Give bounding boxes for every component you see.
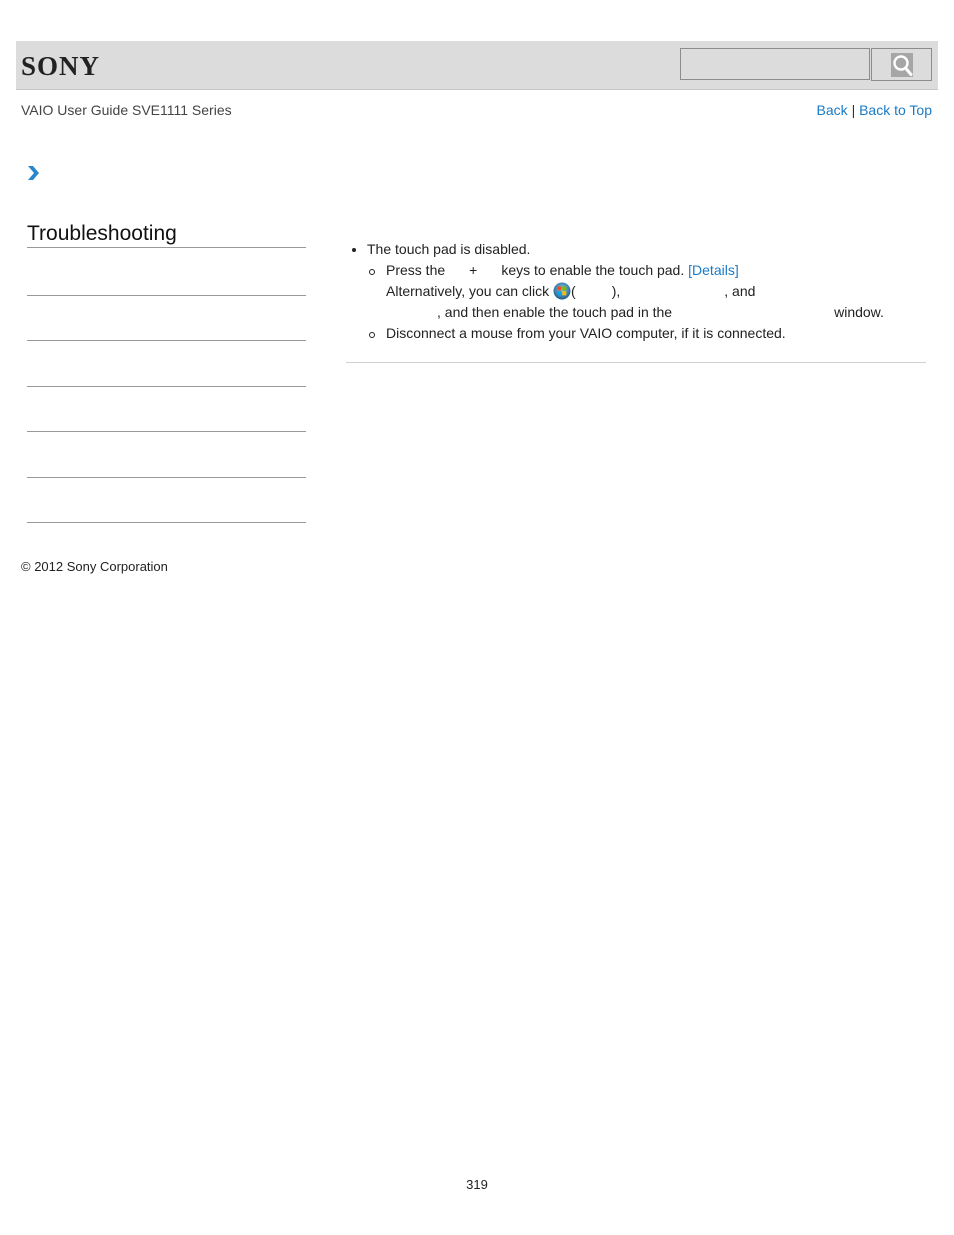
step-text: Disconnect a mouse from your VAIO comput…: [386, 325, 786, 341]
bullet-text: The touch pad is disabled.: [367, 241, 531, 257]
main-content: The touch pad is disabled. Press the + key…: [346, 238, 926, 344]
step-text: , and then enable the touch pad in the: [437, 304, 673, 320]
windows-start-icon: [553, 282, 571, 300]
copyright: © 2012 Sony Corporation: [21, 559, 168, 574]
back-link[interactable]: Back: [817, 102, 848, 118]
plus-sign: +: [469, 262, 478, 278]
paren-close: ),: [611, 283, 621, 299]
sidebar-item[interactable]: [27, 340, 306, 341]
top-nav-links: Back | Back to Top: [817, 102, 932, 118]
sidebar-item[interactable]: [27, 295, 306, 296]
sidebar-item[interactable]: [27, 522, 306, 523]
bullet-circle: [369, 332, 375, 338]
step-text: keys to enable the touch pad.: [501, 262, 685, 278]
search-icon: [890, 52, 913, 77]
back-to-top-link[interactable]: Back to Top: [859, 102, 932, 118]
step-text: , and: [724, 283, 756, 299]
search-input[interactable]: [680, 48, 870, 80]
paren-open: (: [571, 283, 576, 299]
list-item: Disconnect a mouse from your VAIO comput…: [346, 323, 926, 344]
page-number: 319: [466, 1177, 488, 1192]
nav-separator: |: [851, 102, 856, 118]
list-item: Press the + keys to enable the touch pad. …: [346, 260, 926, 323]
content-divider: [346, 362, 926, 363]
step-text: Alternatively, you can click: [386, 283, 550, 299]
step-text: Press the: [386, 262, 446, 278]
sony-logo: SONY: [21, 51, 101, 81]
sidebar-item[interactable]: [27, 386, 306, 387]
guide-title: VAIO User Guide SVE1111 Series: [21, 102, 232, 118]
sidebar-title: Troubleshooting: [27, 222, 306, 248]
sidebar-item[interactable]: [27, 477, 306, 478]
search-button[interactable]: [871, 48, 932, 81]
chevron-right-icon[interactable]: [27, 165, 40, 186]
step-text: window.: [834, 304, 884, 320]
details-link[interactable]: [Details]: [688, 262, 739, 278]
list-item: The touch pad is disabled.: [346, 238, 926, 260]
header-bar: SONY: [16, 41, 938, 90]
bullet-circle: [369, 269, 375, 275]
sidebar-item[interactable]: [27, 431, 306, 432]
